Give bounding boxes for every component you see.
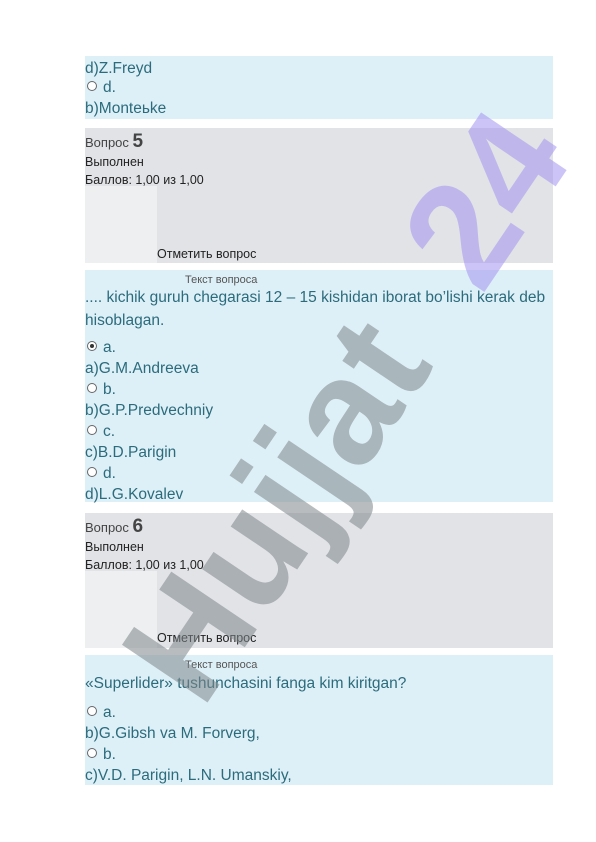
- option-label: d.: [103, 79, 116, 96]
- question-number: 5: [132, 131, 144, 152]
- option-c[interactable]: c.: [85, 422, 115, 442]
- question-5-content: Текст вопроса .... kichik guruh chegaras…: [85, 270, 553, 503]
- radio-button[interactable]: [87, 706, 97, 716]
- option-d[interactable]: d.: [85, 464, 116, 484]
- question-score: Баллов: 1,00 из 1,00: [85, 173, 204, 187]
- question-status: Выполнен: [85, 540, 144, 554]
- radio-button[interactable]: [87, 425, 97, 435]
- radio-button[interactable]: [87, 383, 97, 393]
- option-a[interactable]: a.: [85, 703, 116, 723]
- answer-text: a)G.M.Andreeva: [85, 360, 199, 377]
- radio-button[interactable]: [87, 81, 97, 91]
- answer-text: c)V.D. Parigin, L.N. Umanskiy,: [85, 767, 292, 784]
- question-text: «Superlider» tushunchasini fanga kim kir…: [85, 675, 407, 692]
- flag-question-link[interactable]: Отметить вопрос: [157, 631, 256, 645]
- answer-text: b)Monteьke: [85, 100, 167, 117]
- option-b[interactable]: b.: [85, 745, 116, 765]
- question-title: Вопрос 5: [85, 131, 144, 152]
- question-text-label: Текст вопроса: [185, 659, 258, 671]
- option-label: a.: [103, 704, 116, 721]
- option-a[interactable]: a.: [85, 338, 116, 358]
- question-5-info: Вопрос 5 Выполнен Баллов: 1,00 из 1,00 О…: [85, 128, 553, 263]
- radio-button[interactable]: [87, 341, 97, 351]
- flag-question-link[interactable]: Отметить вопрос: [157, 247, 256, 261]
- question-text-label: Текст вопроса: [185, 274, 258, 286]
- option-label: a.: [103, 339, 116, 356]
- answer-text: c)B.D.Parigin: [85, 444, 177, 461]
- info-sidebar: [85, 571, 157, 648]
- question-number: 6: [132, 516, 144, 537]
- answer-text: d)Z.Freyd: [85, 60, 153, 77]
- question-score: Баллов: 1,00 из 1,00: [85, 558, 204, 572]
- option-d[interactable]: d.: [85, 78, 116, 98]
- option-label: d.: [103, 465, 116, 482]
- question-6-info: Вопрос 6 Выполнен Баллов: 1,00 из 1,00 О…: [85, 513, 553, 648]
- option-label: b.: [103, 381, 116, 398]
- question-6-content: Текст вопроса «Superlider» tushunchasini…: [85, 655, 553, 785]
- radio-button[interactable]: [87, 748, 97, 758]
- option-label: c.: [103, 423, 116, 440]
- answer-text: b)G.P.Predvechniy: [85, 402, 214, 419]
- answer-continuation-block: d)Z.Freyd d. b)Monteьke: [85, 56, 553, 119]
- question-title: Вопрос 6: [85, 516, 144, 537]
- question-text: .... kichik guruh chegarasi 12 – 15 kish…: [85, 289, 546, 329]
- info-sidebar: [85, 186, 157, 263]
- question-status: Выполнен: [85, 155, 144, 169]
- option-b[interactable]: b.: [85, 380, 116, 400]
- answer-text: d)L.G.Kovalev: [85, 486, 184, 503]
- answer-text: b)G.Gibsh va M. Forverg,: [85, 725, 260, 742]
- radio-button[interactable]: [87, 467, 97, 477]
- option-label: b.: [103, 746, 116, 763]
